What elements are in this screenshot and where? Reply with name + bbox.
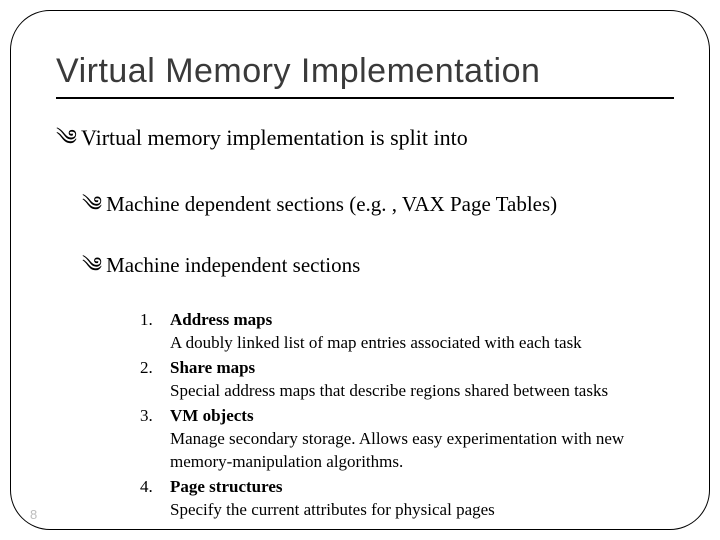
item-title: VM objects bbox=[170, 405, 684, 428]
bullet-level-2: ༄Machine independent sections bbox=[82, 242, 684, 301]
slide: Virtual Memory Implementation ༄Virtual m… bbox=[0, 0, 720, 540]
item-number: 1. bbox=[140, 309, 170, 355]
item-content: VM objects Manage secondary storage. All… bbox=[170, 405, 684, 474]
list-item: 4. Page structures Specify the current a… bbox=[140, 476, 684, 522]
numbered-list: 1. Address maps A doubly linked list of … bbox=[140, 309, 684, 521]
slide-body: ༄Virtual memory implementation is split … bbox=[56, 113, 684, 521]
item-number: 2. bbox=[140, 357, 170, 403]
item-content: Page structures Specify the current attr… bbox=[170, 476, 684, 522]
bullet-text: Machine independent sections bbox=[106, 253, 360, 277]
slide-title: Virtual Memory Implementation bbox=[56, 52, 684, 91]
item-title: Address maps bbox=[170, 309, 684, 332]
bullet-level-2: ༄Machine dependent sections (e.g. , VAX … bbox=[82, 181, 684, 240]
page-number: 8 bbox=[30, 507, 37, 522]
item-desc: Specify the current attributes for physi… bbox=[170, 499, 684, 522]
item-desc: Special address maps that describe regio… bbox=[170, 380, 684, 403]
item-number: 3. bbox=[140, 405, 170, 474]
title-underline bbox=[56, 97, 674, 99]
bullet-text: Virtual memory implementation is split i… bbox=[81, 125, 468, 150]
item-number: 4. bbox=[140, 476, 170, 522]
list-item: 1. Address maps A doubly linked list of … bbox=[140, 309, 684, 355]
bullet-icon: ༄ bbox=[82, 181, 102, 240]
list-item: 3. VM objects Manage secondary storage. … bbox=[140, 405, 684, 474]
bullet-text: Machine dependent sections (e.g. , VAX P… bbox=[106, 192, 557, 216]
bullet-icon: ༄ bbox=[56, 113, 77, 175]
item-content: Address maps A doubly linked list of map… bbox=[170, 309, 684, 355]
item-title: Page structures bbox=[170, 476, 684, 499]
item-content: Share maps Special address maps that des… bbox=[170, 357, 684, 403]
item-title: Share maps bbox=[170, 357, 684, 380]
item-desc: A doubly linked list of map entries asso… bbox=[170, 332, 684, 355]
bullet-icon: ༄ bbox=[82, 242, 102, 301]
bullet-level-1: ༄Virtual memory implementation is split … bbox=[56, 113, 684, 175]
list-item: 2. Share maps Special address maps that … bbox=[140, 357, 684, 403]
item-desc: Manage secondary storage. Allows easy ex… bbox=[170, 428, 684, 474]
